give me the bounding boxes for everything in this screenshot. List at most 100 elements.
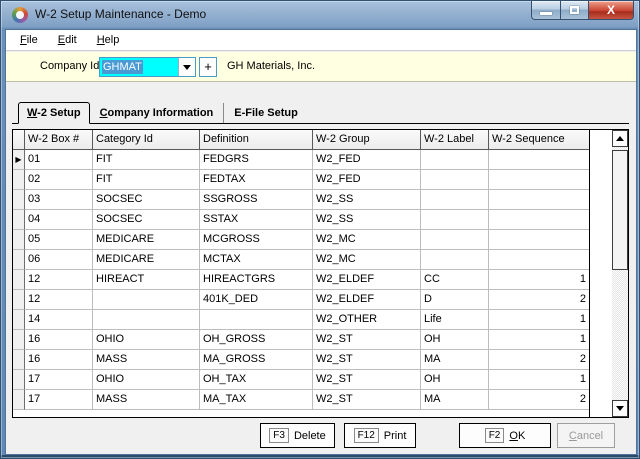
grid-cell[interactable]: 1 xyxy=(489,270,589,290)
grid-cell[interactable]: 03 xyxy=(25,190,93,210)
grid-cell[interactable]: MA xyxy=(421,390,489,410)
grid-cell[interactable]: W2_ST xyxy=(313,370,421,390)
row-selector[interactable] xyxy=(13,270,25,290)
grid-cell[interactable] xyxy=(489,170,589,190)
ok-button[interactable]: F2 OK xyxy=(459,423,551,448)
grid-cell[interactable]: W2_ELDEF xyxy=(313,290,421,310)
row-selector[interactable] xyxy=(13,190,25,210)
grid-cell[interactable]: W2_ST xyxy=(313,330,421,350)
grid-cell[interactable]: 2 xyxy=(489,290,589,310)
grid-cell[interactable] xyxy=(421,190,489,210)
table-row[interactable]: 16OHIOOH_GROSSW2_STOH1 xyxy=(13,330,589,350)
grid-cell[interactable] xyxy=(421,210,489,230)
grid-cell[interactable]: CC xyxy=(421,270,489,290)
grid-cell[interactable]: 2 xyxy=(489,390,589,410)
table-row[interactable]: 03SOCSECSSGROSSW2_SS xyxy=(13,190,589,210)
grid-cell[interactable]: 16 xyxy=(25,330,93,350)
grid-cell[interactable] xyxy=(200,310,313,330)
grid-cell[interactable]: 02 xyxy=(25,170,93,190)
grid-cell[interactable]: MASS xyxy=(93,390,200,410)
grid-cell[interactable]: MA_TAX xyxy=(200,390,313,410)
print-button[interactable]: F12 Print xyxy=(344,423,416,448)
table-row[interactable]: 02FITFEDTAXW2_FED xyxy=(13,170,589,190)
grid-cell[interactable]: W2_FED xyxy=(313,170,421,190)
minimize-button[interactable] xyxy=(531,1,561,20)
table-row[interactable]: 12HIREACTHIREACTGRSW2_ELDEFCC1 xyxy=(13,270,589,290)
scrollbar-thumb[interactable] xyxy=(612,150,628,270)
grid-cell[interactable]: W2_SS xyxy=(313,210,421,230)
grid-cell[interactable]: Life xyxy=(421,310,489,330)
add-company-button[interactable]: + xyxy=(199,57,217,77)
maximize-button[interactable] xyxy=(561,1,589,20)
row-selector[interactable] xyxy=(13,290,25,310)
column-header[interactable]: W-2 Sequence xyxy=(489,130,589,150)
grid-cell[interactable]: 04 xyxy=(25,210,93,230)
grid-cell[interactable]: 12 xyxy=(25,290,93,310)
grid-cell[interactable]: W2_ELDEF xyxy=(313,270,421,290)
grid-cell[interactable]: W2_MC xyxy=(313,230,421,250)
grid-cell[interactable]: 17 xyxy=(25,370,93,390)
grid-cell[interactable] xyxy=(93,290,200,310)
grid-cell[interactable]: W2_SS xyxy=(313,190,421,210)
grid-cell[interactable]: 01 xyxy=(25,150,93,170)
grid-cell[interactable]: 2 xyxy=(489,350,589,370)
grid-cell[interactable]: 14 xyxy=(25,310,93,330)
tab-efile-setup[interactable]: E-File Setup xyxy=(223,103,306,123)
grid-cell[interactable]: W2_FED xyxy=(313,150,421,170)
row-selector[interactable]: ▶ xyxy=(13,150,25,170)
grid-cell[interactable]: W2_ST xyxy=(313,350,421,370)
table-row[interactable]: 05MEDICAREMCGROSSW2_MC xyxy=(13,230,589,250)
grid-cell[interactable]: SSTAX xyxy=(200,210,313,230)
grid-cell[interactable] xyxy=(421,250,489,270)
grid-cell[interactable] xyxy=(421,150,489,170)
menu-file[interactable]: File xyxy=(10,32,48,48)
grid-cell[interactable]: 12 xyxy=(25,270,93,290)
table-row[interactable]: 06MEDICAREMCTAXW2_MC xyxy=(13,250,589,270)
row-selector[interactable] xyxy=(13,170,25,190)
menu-help[interactable]: Help xyxy=(87,32,130,48)
grid-cell[interactable]: FIT xyxy=(93,150,200,170)
grid-cell[interactable]: 16 xyxy=(25,350,93,370)
scroll-down-button[interactable] xyxy=(612,400,628,417)
grid-cell[interactable] xyxy=(489,210,589,230)
row-selector[interactable] xyxy=(13,250,25,270)
grid-cell[interactable]: MASS xyxy=(93,350,200,370)
row-selector[interactable] xyxy=(13,310,25,330)
grid-cell[interactable]: 17 xyxy=(25,390,93,410)
table-row[interactable]: ▶01FITFEDGRSW2_FED xyxy=(13,150,589,170)
scroll-up-button[interactable] xyxy=(612,130,628,147)
grid-cell[interactable]: MCGROSS xyxy=(200,230,313,250)
grid-cell[interactable]: 401K_DED xyxy=(200,290,313,310)
row-selector[interactable] xyxy=(13,210,25,230)
row-selector[interactable] xyxy=(13,230,25,250)
table-row[interactable]: 04SOCSECSSTAXW2_SS xyxy=(13,210,589,230)
company-id-combobox[interactable]: GHMAT xyxy=(99,57,196,77)
grid-cell[interactable]: SOCSEC xyxy=(93,190,200,210)
table-row[interactable]: 17MASSMA_TAXW2_STMA2 xyxy=(13,390,589,410)
grid-cell[interactable]: MEDICARE xyxy=(93,230,200,250)
grid-cell[interactable]: MEDICARE xyxy=(93,250,200,270)
table-row[interactable]: 17OHIOOH_TAXW2_STOH1 xyxy=(13,370,589,390)
menu-edit[interactable]: Edit xyxy=(48,32,87,48)
row-selector[interactable] xyxy=(13,330,25,350)
grid-cell[interactable] xyxy=(421,170,489,190)
grid-cell[interactable]: MCTAX xyxy=(200,250,313,270)
grid-cell[interactable]: D xyxy=(421,290,489,310)
grid-cell[interactable] xyxy=(421,230,489,250)
table-row[interactable]: 14W2_OTHERLife1 xyxy=(13,310,589,330)
grid-cell[interactable]: MA_GROSS xyxy=(200,350,313,370)
grid-cell[interactable]: SOCSEC xyxy=(93,210,200,230)
grid-cell[interactable] xyxy=(489,150,589,170)
grid-cell[interactable]: 1 xyxy=(489,370,589,390)
grid-cell[interactable]: OH_GROSS xyxy=(200,330,313,350)
grid-cell[interactable]: OH xyxy=(421,330,489,350)
vertical-scrollbar[interactable] xyxy=(612,130,628,417)
column-header[interactable]: W-2 Box # xyxy=(25,130,93,150)
column-header[interactable]: Category Id xyxy=(93,130,200,150)
grid-cell[interactable]: OH xyxy=(421,370,489,390)
grid-cell[interactable]: W2_ST xyxy=(313,390,421,410)
grid-cell[interactable] xyxy=(489,230,589,250)
row-selector[interactable] xyxy=(13,370,25,390)
grid-cell[interactable]: SSGROSS xyxy=(200,190,313,210)
grid-cell[interactable] xyxy=(489,250,589,270)
